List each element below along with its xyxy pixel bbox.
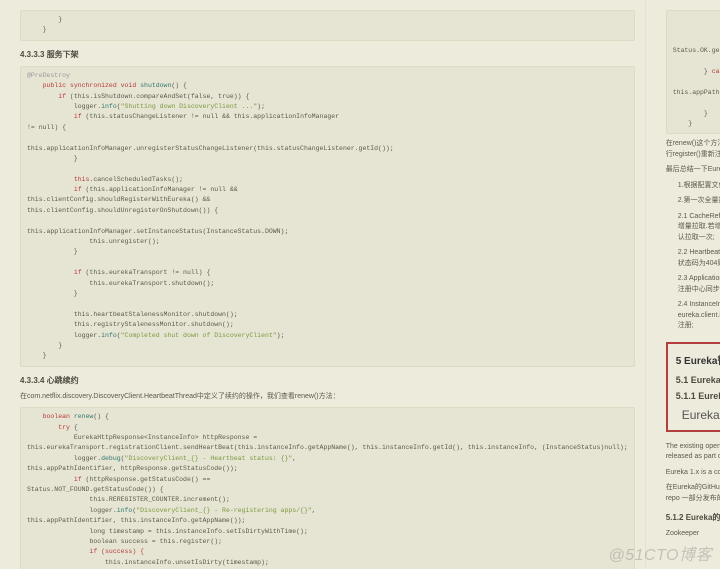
p-r3: 1.根据配置文件初始化bean,创建客户端实例信息 InstanceInfo bbox=[678, 181, 720, 192]
heading-5: 5 Eureka替换方案Consul bbox=[676, 352, 720, 367]
para-renew-intro: 在com.netflix.discovery.DiscoveryClient.H… bbox=[20, 392, 635, 403]
p-r9: The existing open source work on eureka … bbox=[666, 442, 720, 463]
p-r4: 2.第一次全量拉取注册中心服务列表(url=/apps),初始化周期任务： bbox=[678, 196, 720, 207]
heading-512: 5.1.2 Eureka的替换方案 bbox=[666, 512, 720, 523]
p-r7: 2.3 ApplicationInfoManager.StatusChangeL… bbox=[678, 274, 720, 295]
p-r11: 在Eureka的GitHub上，宣布Eureka 2.x闭源。近这意味着如果开发… bbox=[666, 483, 720, 504]
p-r8: 2.4 InstanceInfoReplicator 定时刷新实例状态,并向注册… bbox=[678, 300, 720, 332]
code-renew: boolean renew() { try { EurekaHttpRespon… bbox=[20, 407, 635, 569]
p-r2: 最后总结一下Eureka客户端做的事情： bbox=[666, 165, 720, 176]
heading-4333: 4.3.3.3 服务下架 bbox=[20, 49, 635, 60]
p-r10: Eureka 1.x is a core part of Netflix's s… bbox=[666, 468, 720, 479]
discontinued-title: Eureka 2.0 (Discontinued) bbox=[682, 408, 720, 422]
watermark: @51CTO博客 bbox=[608, 541, 712, 565]
heading-4334: 4.3.3.4 心跳续约 bbox=[20, 375, 635, 386]
code-renew-cont: return success; } else { return httpResp… bbox=[666, 10, 720, 134]
p-r1: 在renew()这个方法中，首先向注册中心执行了心跳续约的请求，StatusCo… bbox=[666, 139, 720, 160]
code-shutdown: @PreDestroy public synchronized void shu… bbox=[20, 66, 635, 367]
code-brace: } } bbox=[20, 10, 635, 41]
heading-511: 5.1.1 Eureka闭源影响 bbox=[676, 389, 720, 402]
p-r5: 2.1 CacheRefreshThread 定时刷新本地缓存服务列表,若是客户… bbox=[678, 212, 720, 244]
highlight-box: 5 Eureka替换方案Consul 5.1 Eureka闭源的影响 5.1.1… bbox=[666, 342, 720, 432]
heading-51: 5.1 Eureka闭源的影响 bbox=[676, 373, 720, 386]
p-r6: 2.2 HeartbeatThread 通过renew()续约任务,维持于注册中… bbox=[678, 248, 720, 269]
p-r12: Zookeeper bbox=[666, 529, 720, 540]
